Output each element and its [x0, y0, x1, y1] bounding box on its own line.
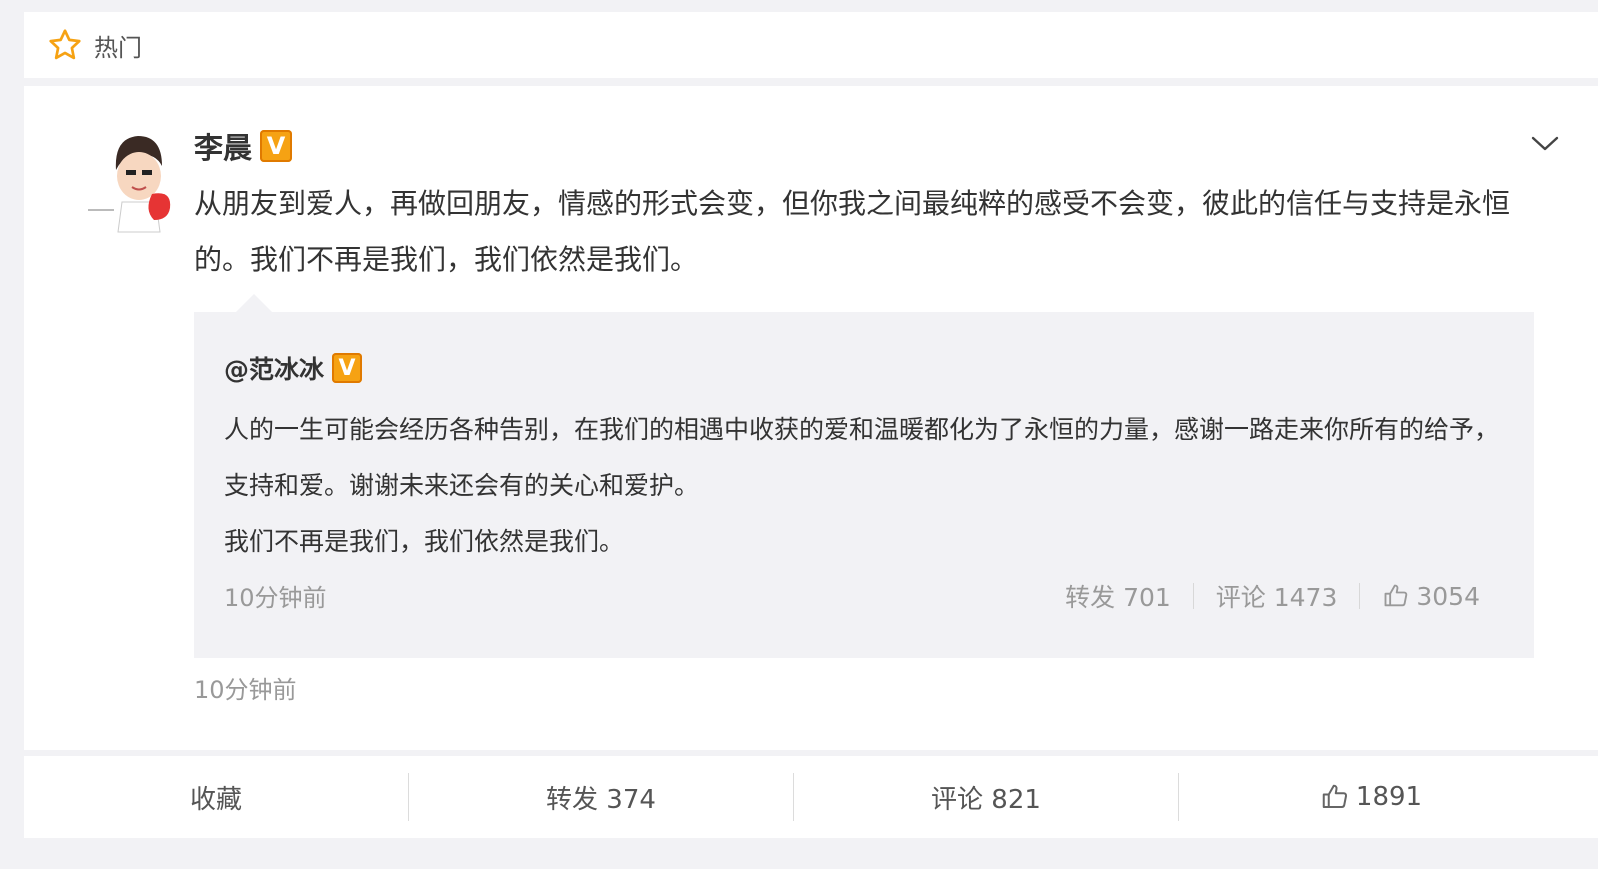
repost-box[interactable]: @范冰冰 V 人的一生可能会经历各种告别，在我们的相遇中收获的爱和温暖都化为了永…	[194, 294, 1534, 658]
star-icon	[46, 26, 84, 64]
comment-label: 评论 821	[931, 784, 1041, 815]
verified-badge-icon: V	[260, 130, 293, 162]
repost-comment-link[interactable]: 评论 1473	[1216, 578, 1338, 614]
chevron-down-icon[interactable]	[1530, 132, 1560, 156]
favorite-button[interactable]: 收藏	[24, 773, 408, 821]
forward-label: 转发 374	[546, 784, 656, 815]
favorite-label: 收藏	[189, 784, 242, 815]
repost-like-count: 3054	[1416, 581, 1480, 611]
weibo-page: 热门 李晨 V 从朋友到爱人，再做回朋友，情感的形式会变，但你我之间最纯粹的感受…	[0, 0, 1598, 869]
avatar[interactable]	[86, 124, 186, 234]
post-card: 李晨 V 从朋友到爱人，再做回朋友，情感的形式会变，但你我之间最纯粹的感受不会变…	[24, 86, 1598, 750]
repost-stats: 转发 701 评论 1473 3054	[1065, 578, 1480, 614]
post-timestamp[interactable]: 10分钟前	[194, 670, 297, 705]
repost-paragraph: 我们不再是我们，我们依然是我们。	[224, 527, 625, 556]
comment-button[interactable]: 评论 821	[794, 773, 1178, 821]
hot-tag-label[interactable]: 热门	[94, 28, 142, 63]
action-bar: 收藏 转发 374 评论 821 1891	[24, 756, 1598, 838]
divider	[1359, 583, 1361, 609]
repost-like-link[interactable]: 3054	[1382, 582, 1480, 611]
hot-tag-bar: 热门	[24, 12, 1598, 78]
repost-text: 人的一生可能会经历各种告别，在我们的相遇中收获的爱和温暖都化为了永恒的力量，感谢…	[224, 402, 1504, 570]
divider	[1192, 583, 1194, 609]
thumbs-up-icon	[1384, 584, 1408, 607]
like-button[interactable]: 1891	[1179, 773, 1563, 821]
repost-author-row: @范冰冰 V	[224, 348, 363, 388]
repost-author-name[interactable]: @范冰冰	[224, 350, 324, 386]
repost-forward-link[interactable]: 转发 701	[1065, 578, 1171, 614]
like-count: 1891	[1355, 782, 1423, 812]
verified-badge-icon: V	[332, 353, 363, 383]
post-text: 从朋友到爱人，再做回朋友，情感的形式会变，但你我之间最纯粹的感受不会变，彼此的信…	[194, 187, 1511, 276]
thumbs-up-icon	[1322, 784, 1347, 808]
repost-pointer	[236, 294, 272, 312]
forward-button[interactable]: 转发 374	[409, 773, 793, 821]
author-name[interactable]: 李晨	[194, 125, 252, 167]
repost-paragraph: 人的一生可能会经历各种告别，在我们的相遇中收获的爱和温暖都化为了永恒的力量，感谢…	[224, 415, 1500, 500]
repost-timestamp[interactable]: 10分钟前	[224, 578, 327, 613]
author-row: 李晨 V	[194, 124, 293, 168]
